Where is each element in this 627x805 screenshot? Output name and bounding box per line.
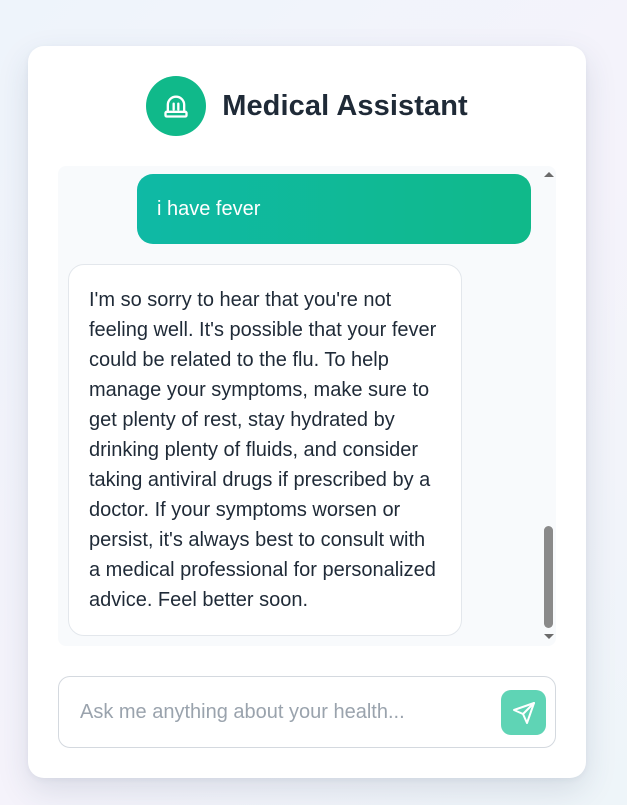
chat-history[interactable]: i have fever I'm so sorry to hear that y…	[58, 166, 556, 646]
user-message: i have fever	[137, 174, 531, 244]
header: Medical Assistant	[28, 76, 586, 136]
logo	[146, 76, 207, 136]
chat-scrollbar[interactable]	[542, 166, 556, 646]
page-title: Medical Assistant	[222, 89, 468, 122]
message-composer	[58, 676, 556, 748]
assistant-message: I'm so sorry to hear that you're not fee…	[68, 264, 462, 636]
scroll-thumb[interactable]	[544, 526, 553, 628]
scroll-down-arrow-icon[interactable]	[544, 634, 554, 639]
assistant-message-text: I'm so sorry to hear that you're not fee…	[89, 289, 437, 611]
send-button[interactable]	[501, 690, 546, 735]
medical-helmet-icon	[164, 95, 188, 118]
chat-card: Medical Assistant i have fever I'm so so…	[28, 46, 586, 778]
message-input[interactable]	[60, 678, 490, 746]
send-icon	[512, 701, 535, 724]
user-message-text: i have fever	[157, 197, 261, 220]
scroll-up-arrow-icon[interactable]	[544, 172, 554, 177]
